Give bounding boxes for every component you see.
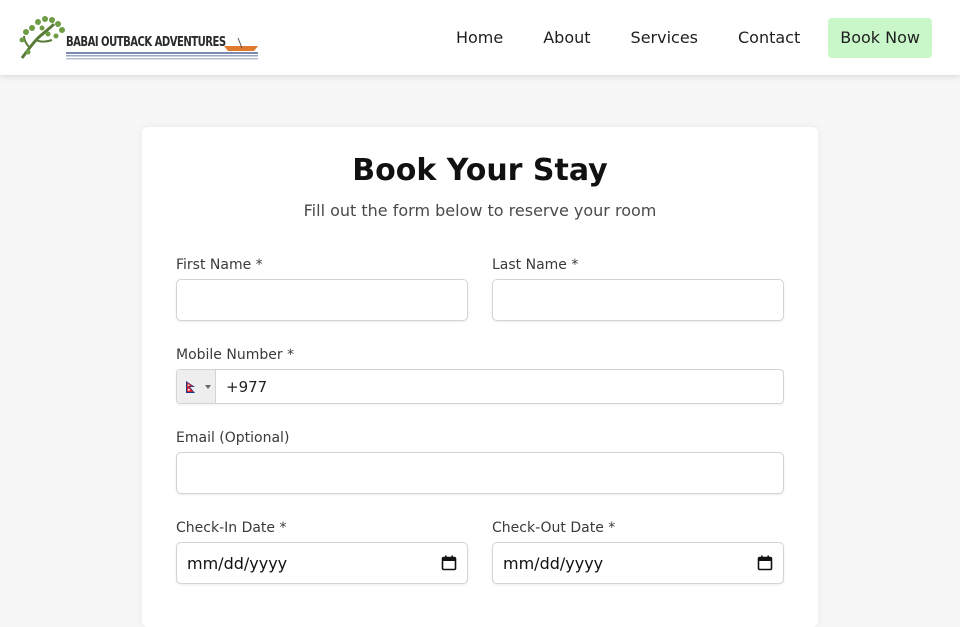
- brand-logo[interactable]: BABAI OUTBACK ADVENTURES: [18, 14, 260, 62]
- last-name-input[interactable]: [492, 279, 784, 321]
- check-out-date-input[interactable]: mm/dd/yyyy: [492, 542, 784, 584]
- nav-services[interactable]: Services: [631, 18, 698, 58]
- check-out-placeholder: mm/dd/yyyy: [503, 554, 604, 573]
- page-title: Book Your Stay: [352, 153, 608, 188]
- country-selector[interactable]: [177, 370, 216, 403]
- nepal-flag-icon: [186, 381, 195, 393]
- check-in-date-input[interactable]: mm/dd/yyyy: [176, 542, 468, 584]
- nav-home[interactable]: Home: [456, 18, 503, 58]
- check-in-label: Check-In Date *: [176, 520, 287, 536]
- nav-contact[interactable]: Contact: [738, 18, 800, 58]
- mobile-input[interactable]: +977: [176, 369, 784, 404]
- check-out-label: Check-Out Date *: [492, 520, 616, 536]
- email-label: Email (Optional): [176, 430, 290, 446]
- booking-form-card: Book Your Stay Fill out the form below t…: [142, 127, 818, 627]
- calendar-icon[interactable]: [757, 555, 773, 571]
- nav-about[interactable]: About: [543, 18, 590, 58]
- mobile-input-value: +977: [226, 378, 268, 396]
- logo-wordmark: BABAI OUTBACK ADVENTURES: [66, 35, 226, 50]
- calendar-icon[interactable]: [441, 555, 457, 571]
- site-header: BABAI OUTBACK ADVENTURES Home About Serv…: [0, 0, 960, 75]
- mobile-label: Mobile Number *: [176, 347, 295, 363]
- chevron-down-icon: [205, 385, 211, 389]
- page-subtitle: Fill out the form below to reserve your …: [303, 201, 657, 220]
- email-input[interactable]: [176, 452, 784, 494]
- first-name-label: First Name *: [176, 257, 263, 273]
- check-in-placeholder: mm/dd/yyyy: [187, 554, 288, 573]
- book-now-button[interactable]: Book Now: [828, 18, 932, 58]
- last-name-label: Last Name *: [492, 257, 579, 273]
- first-name-input[interactable]: [176, 279, 468, 321]
- main-nav: Home About Services Contact Book Now: [456, 18, 932, 58]
